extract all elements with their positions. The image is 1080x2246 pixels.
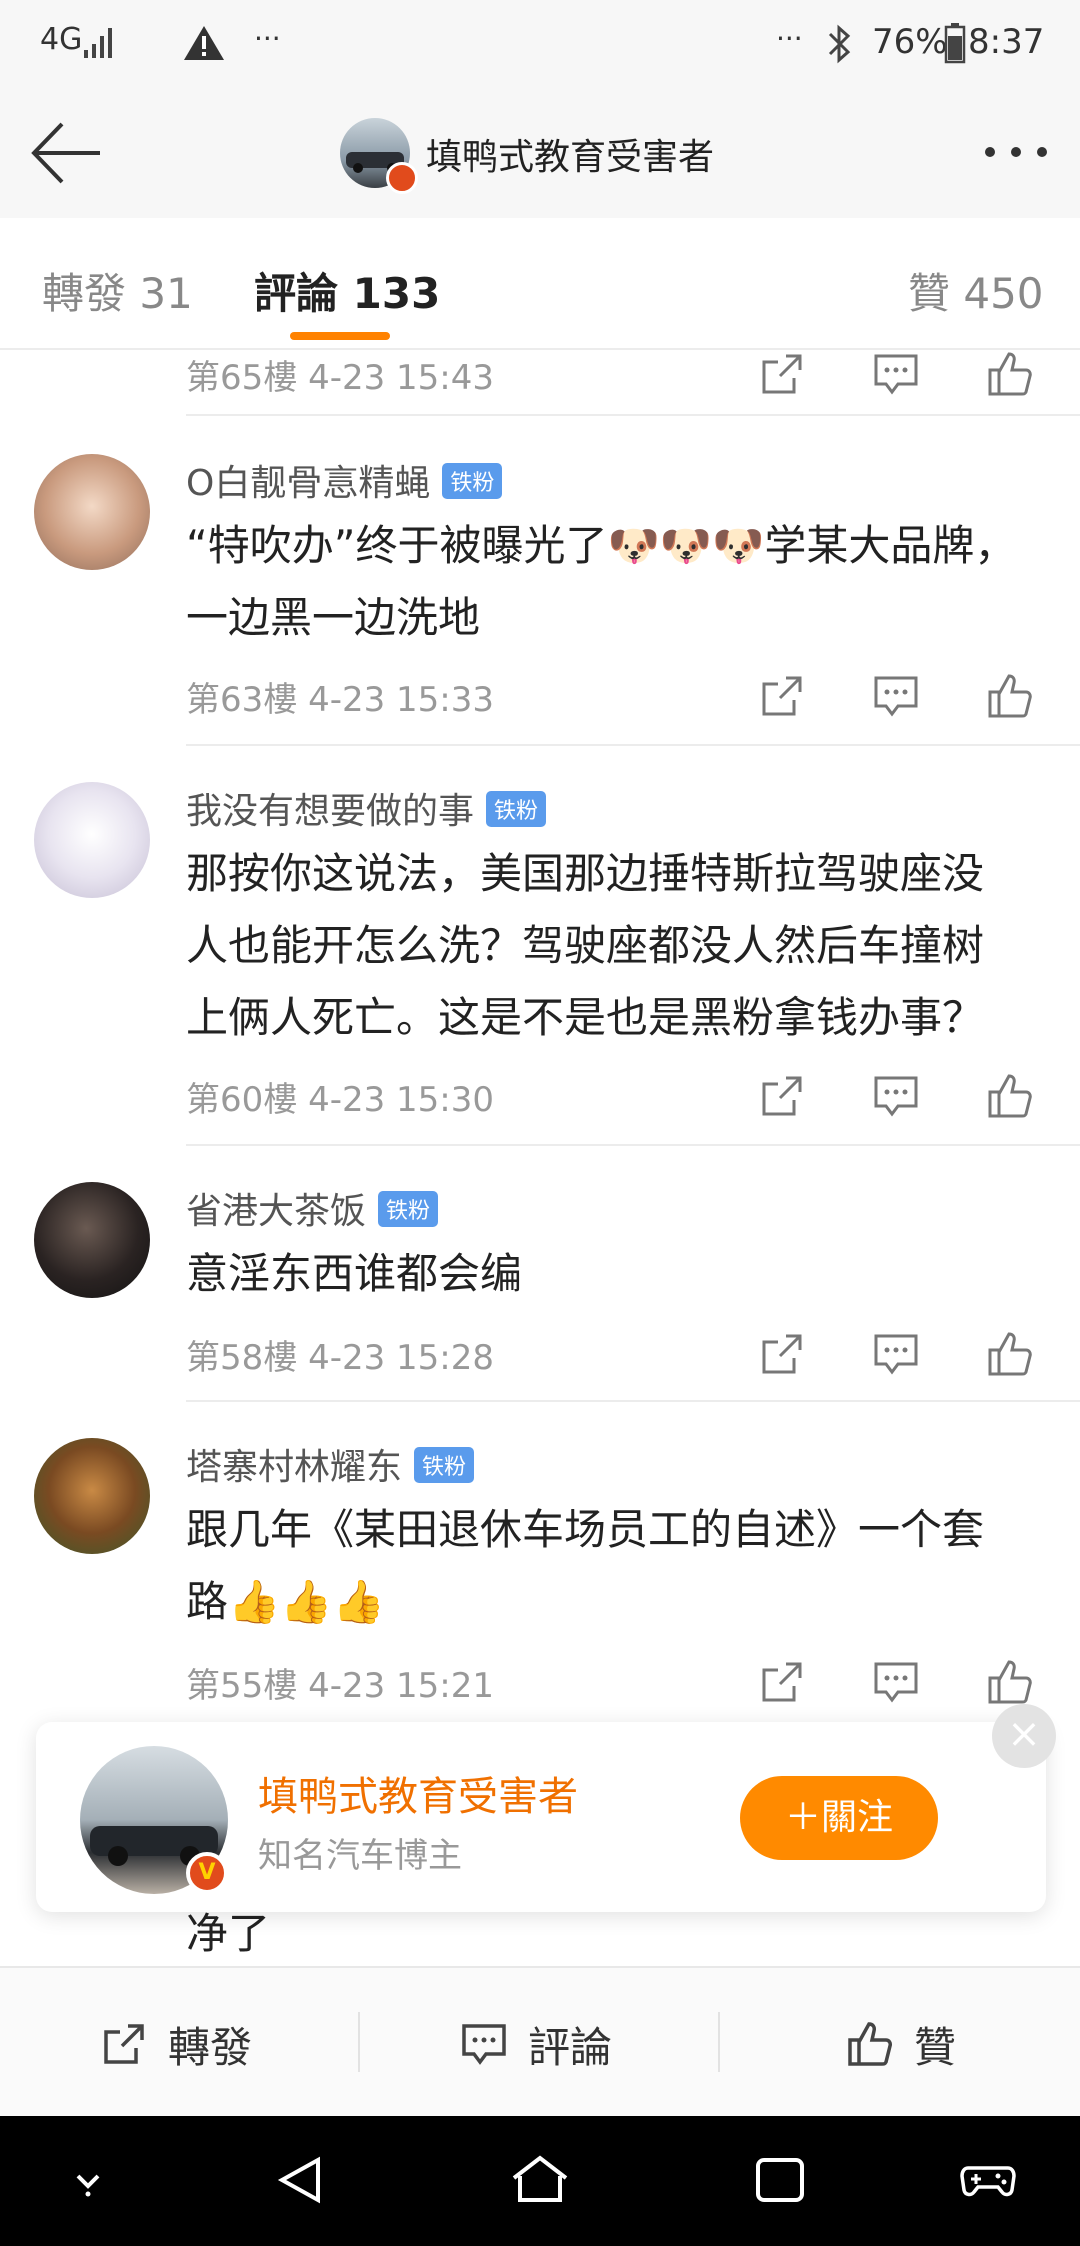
like-icon[interactable] <box>986 1658 1034 1706</box>
close-card-icon[interactable]: × <box>992 1704 1056 1768</box>
like-button[interactable]: 贊 <box>914 2014 956 2075</box>
nav-home-icon[interactable] <box>510 2150 570 2210</box>
divider <box>186 414 1080 416</box>
more-options-icon[interactable] <box>980 132 1052 172</box>
username-text: 塔寨村林耀东 <box>186 1447 403 1488</box>
comment-meta: 第58樓 4-23 15:28 <box>186 1338 495 1378</box>
comment-button[interactable]: 評論 <box>528 2014 612 2075</box>
divider <box>186 744 1080 746</box>
user-avatar[interactable] <box>34 454 150 570</box>
comment-line: 意淫东西谁都会编 <box>186 1249 523 1298</box>
card-author-subtitle: 知名汽车博主 <box>258 1836 462 1876</box>
comment-line: 一边黑一边洗地 <box>186 593 481 642</box>
signal-icon <box>84 28 112 58</box>
verified-badge-icon: V <box>186 1852 228 1894</box>
follow-button[interactable]: ＋關注 <box>740 1776 938 1860</box>
comment-item: 我没有想要做的事 铁粉 那按你这说法，美国那边捶特斯拉驾驶座没 人也能开怎么洗？驾… <box>0 778 1080 1146</box>
comment-meta: 第65樓 4-23 15:43 <box>186 358 495 398</box>
username-text: 我没有想要做的事 <box>186 791 475 832</box>
fan-badge: 铁粉 <box>486 791 547 827</box>
like-icon[interactable] <box>986 350 1034 398</box>
comment-meta: 第63樓 4-23 15:33 <box>186 680 495 720</box>
username-text: 省港大茶饭 <box>186 1191 367 1232</box>
share-icon[interactable] <box>758 1072 806 1120</box>
tab-reposts[interactable]: 轉發 31 <box>42 260 193 321</box>
user-avatar[interactable] <box>34 1182 150 1298</box>
comment-meta: 第55樓 4-23 15:21 <box>186 1666 495 1706</box>
share-icon[interactable] <box>758 672 806 720</box>
username[interactable]: 省港大茶饭 铁粉 <box>186 1182 439 1234</box>
comment-line: 跟几年《某田退休车场员工的自述》一个套 <box>186 1505 985 1554</box>
reply-icon[interactable] <box>872 350 920 398</box>
comment-text: 意淫东西谁都会编 <box>186 1238 1046 1310</box>
tab-bar: 轉發 31 評論 133 贊 450 <box>0 218 1080 350</box>
repost-button[interactable]: 轉發 <box>168 2014 252 2075</box>
back-arrow-icon[interactable] <box>28 118 106 188</box>
warning-icon <box>184 26 224 60</box>
comment-line: 那按你这说法，美国那边捶特斯拉驾驶座没 <box>186 849 985 898</box>
comment-item: O白靓骨悥精蝇 铁粉 “特吹办”终于被曝光了🐶🐶🐶学某大品牌， 一边黑一边洗地 第… <box>0 450 1080 746</box>
share-icon[interactable] <box>758 1658 806 1706</box>
comment-icon[interactable] <box>460 2020 508 2068</box>
comment-meta: 第60樓 4-23 15:30 <box>186 1080 495 1120</box>
comment-text: 跟几年《某田退休车场员工的自述》一个套 路👍👍👍 <box>186 1494 1046 1638</box>
comment-line: 上俩人死亡。这是不是也是黑粉拿钱办事？ <box>186 993 985 1042</box>
follow-card: V 填鸭式教育受害者 知名汽车博主 ＋關注 × <box>36 1704 1056 1912</box>
divider <box>718 2012 720 2072</box>
comment-item: 省港大茶饭 铁粉 意淫东西谁都会编 第58樓 4-23 15:28 <box>0 1178 1080 1402</box>
reply-icon[interactable] <box>872 1658 920 1706</box>
like-icon[interactable] <box>986 1072 1034 1120</box>
comment-line: 人也能开怎么洗？驾驶座都没人然后车撞树 <box>186 921 985 970</box>
divider <box>358 2012 360 2072</box>
battery-percent: 76% <box>872 22 948 62</box>
user-avatar[interactable] <box>34 782 150 898</box>
active-tab-indicator <box>290 332 390 340</box>
share-icon[interactable] <box>758 1330 806 1378</box>
system-nav-bar <box>0 2116 1080 2246</box>
comment-text: 那按你这说法，美国那边捶特斯拉驾驶座没 人也能开怎么洗？驾驶座都没人然后车撞树 … <box>186 838 1046 1054</box>
reply-icon[interactable] <box>872 672 920 720</box>
share-icon[interactable] <box>758 350 806 398</box>
hide-keyboard-icon[interactable] <box>58 2150 118 2210</box>
comment-item: 塔寨村林耀东 铁粉 跟几年《某田退休车场员工的自述》一个套 路👍👍👍 第55樓 4… <box>0 1434 1080 1724</box>
fan-badge: 铁粉 <box>442 463 503 499</box>
notification-dots: ··· <box>254 22 281 55</box>
status-dots: ··· <box>776 22 803 55</box>
fan-badge: 铁粉 <box>414 1447 475 1483</box>
like-icon[interactable] <box>846 2020 894 2068</box>
top-bar: 填鸭式教育受害者 <box>0 92 1080 220</box>
clock: 8:37 <box>968 22 1045 62</box>
author-name[interactable]: 填鸭式教育受害者 <box>426 128 714 180</box>
battery-icon <box>944 23 966 64</box>
reply-icon[interactable] <box>872 1330 920 1378</box>
game-controller-icon[interactable] <box>958 2150 1018 2210</box>
status-bar: 4G ··· ··· 76% 8:37 <box>0 0 1080 92</box>
verified-badge-icon <box>386 162 418 194</box>
comment-line: “特吹办”终于被曝光了🐶🐶🐶学某大品牌， <box>186 521 1017 570</box>
like-icon[interactable] <box>986 672 1034 720</box>
divider <box>186 1144 1080 1146</box>
fan-badge: 铁粉 <box>378 1191 439 1227</box>
comment-partial: 第65樓 4-23 15:43 <box>0 350 1080 416</box>
bottom-action-bar: 轉發 評論 贊 <box>0 1966 1080 2118</box>
card-author-name[interactable]: 填鸭式教育受害者 <box>258 1764 578 1822</box>
username-text: O白靓骨悥精蝇 <box>186 463 431 504</box>
user-avatar[interactable] <box>34 1438 150 1554</box>
comment-line: 路👍👍👍 <box>186 1577 385 1626</box>
divider <box>186 1400 1080 1402</box>
nav-recents-icon[interactable] <box>750 2150 810 2210</box>
like-icon[interactable] <box>986 1330 1034 1378</box>
network-indicator: 4G <box>40 22 83 57</box>
reply-icon[interactable] <box>872 1072 920 1120</box>
username[interactable]: O白靓骨悥精蝇 铁粉 <box>186 454 503 506</box>
nav-back-icon[interactable] <box>272 2150 332 2210</box>
tab-comments[interactable]: 評論 133 <box>254 260 440 321</box>
bluetooth-icon <box>828 24 851 64</box>
username[interactable]: 我没有想要做的事 铁粉 <box>186 782 547 834</box>
repost-icon[interactable] <box>100 2020 148 2068</box>
comment-text: “特吹办”终于被曝光了🐶🐶🐶学某大品牌， 一边黑一边洗地 <box>186 510 1046 654</box>
username[interactable]: 塔寨村林耀东 铁粉 <box>186 1438 475 1490</box>
tab-likes[interactable]: 贊 450 <box>908 260 1044 321</box>
